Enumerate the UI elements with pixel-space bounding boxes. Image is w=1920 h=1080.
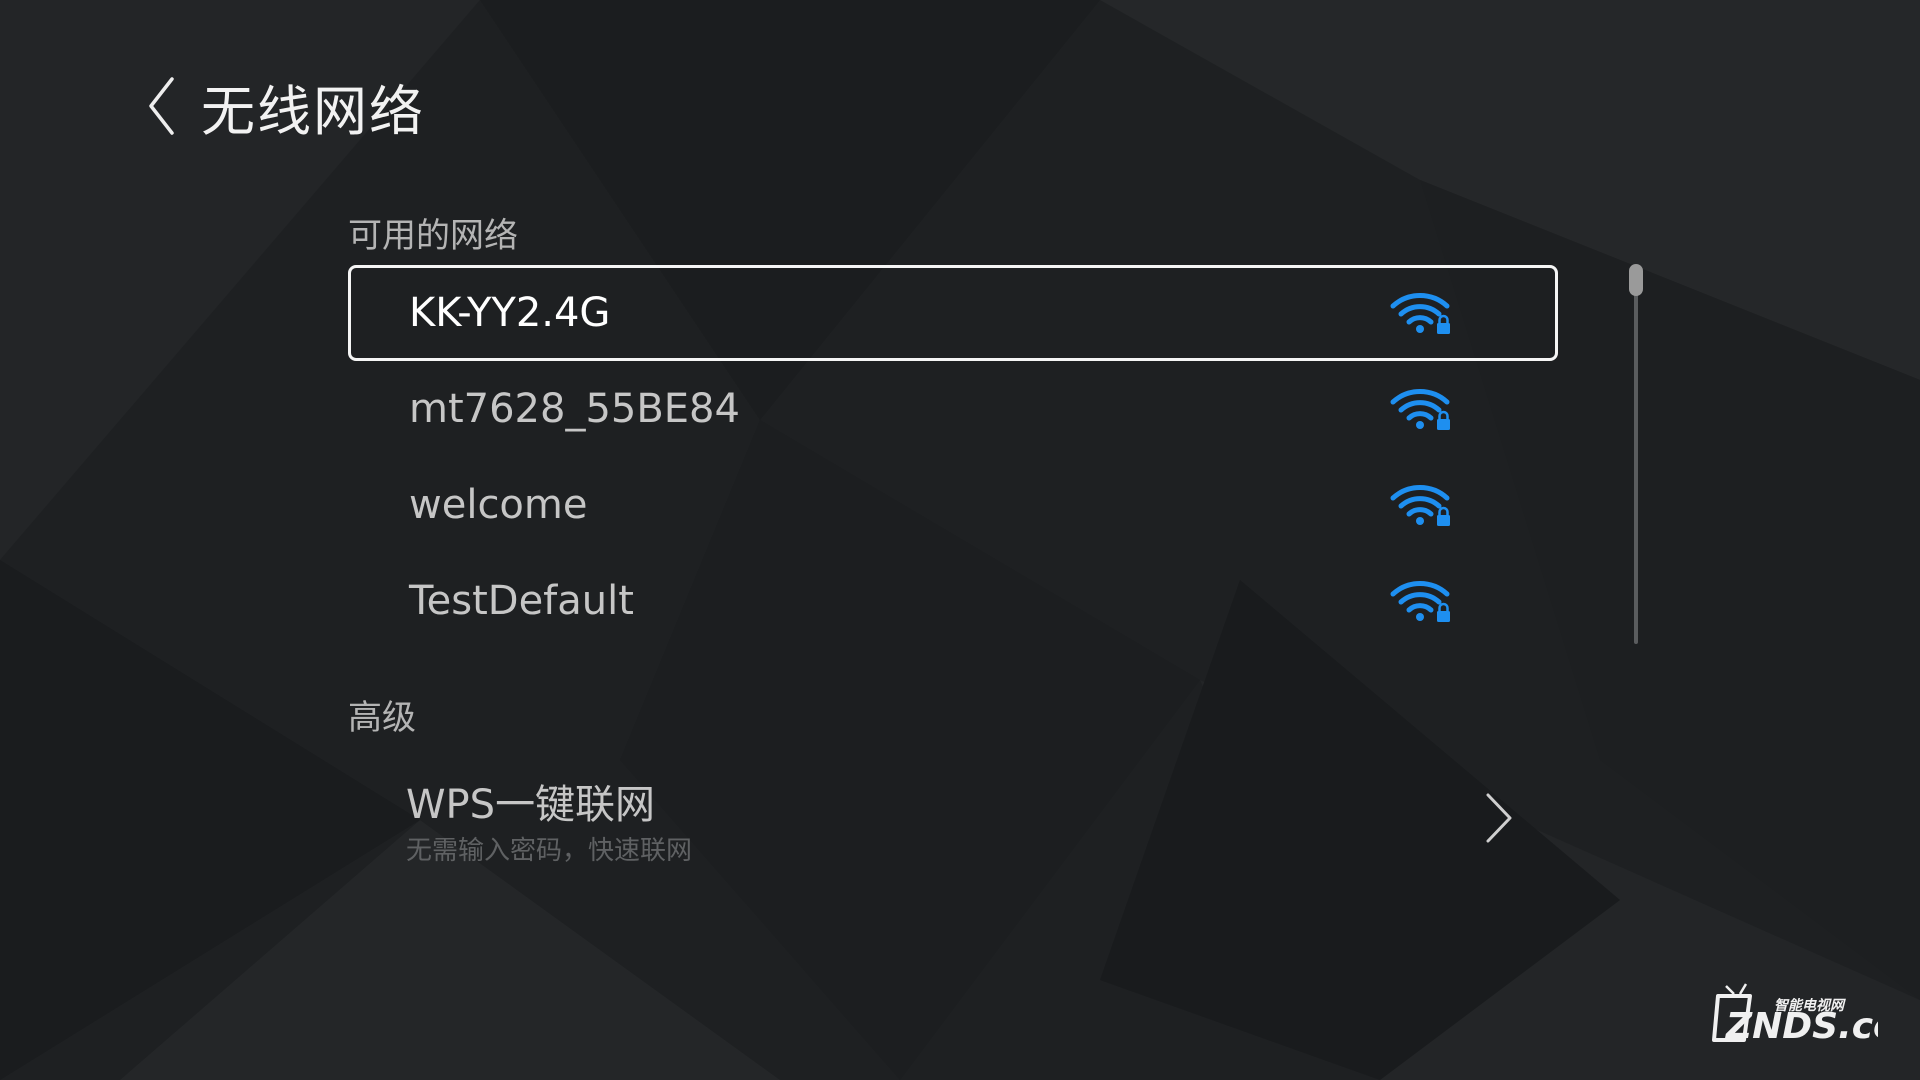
network-name: TestDefault [409, 578, 634, 624]
network-list-scrollbar[interactable] [1629, 264, 1643, 644]
network-item-kk-yy24g[interactable]: KK-YY2.4G [348, 265, 1558, 361]
available-networks-label: 可用的网络 [348, 216, 518, 256]
wifi-lock-icon [1390, 389, 1450, 430]
advanced-label: 高级 [348, 698, 416, 738]
scrollbar-thumb[interactable] [1629, 264, 1643, 296]
wps-subtitle: 无需输入密码，快速联网 [406, 836, 693, 866]
network-name: mt7628_55BE84 [409, 386, 740, 432]
wifi-settings-page: 无线网络 可用的网络 KK-YY2.4G mt7628_55BE84 welco… [0, 0, 1920, 1080]
page-title: 无线网络 [201, 79, 425, 143]
wifi-lock-icon [1390, 581, 1450, 622]
wps-title: WPS一键联网 [406, 782, 656, 828]
network-name: KK-YY2.4G [409, 290, 611, 336]
wifi-lock-icon [1390, 293, 1450, 334]
wifi-lock-icon [1390, 485, 1450, 526]
network-name: welcome [409, 482, 588, 528]
znds-watermark-logo: 智能电视网 ZNDS.com [1712, 983, 1878, 1047]
watermark-brand: ZNDS.com [1725, 1006, 1878, 1047]
chevron-left-icon [149, 77, 174, 135]
page-header: 无线网络 [143, 66, 425, 146]
network-item-welcome[interactable]: welcome [348, 457, 1558, 553]
wps-connect-item[interactable]: WPS一键联网 无需输入密码，快速联网 [348, 760, 1558, 880]
network-item-testdefault[interactable]: TestDefault [348, 553, 1558, 649]
back-button[interactable] [143, 71, 179, 141]
network-item-mt7628[interactable]: mt7628_55BE84 [348, 361, 1558, 457]
chevron-right-icon [1486, 793, 1512, 843]
network-list: KK-YY2.4G mt7628_55BE84 welcome TestDefa… [348, 265, 1558, 649]
